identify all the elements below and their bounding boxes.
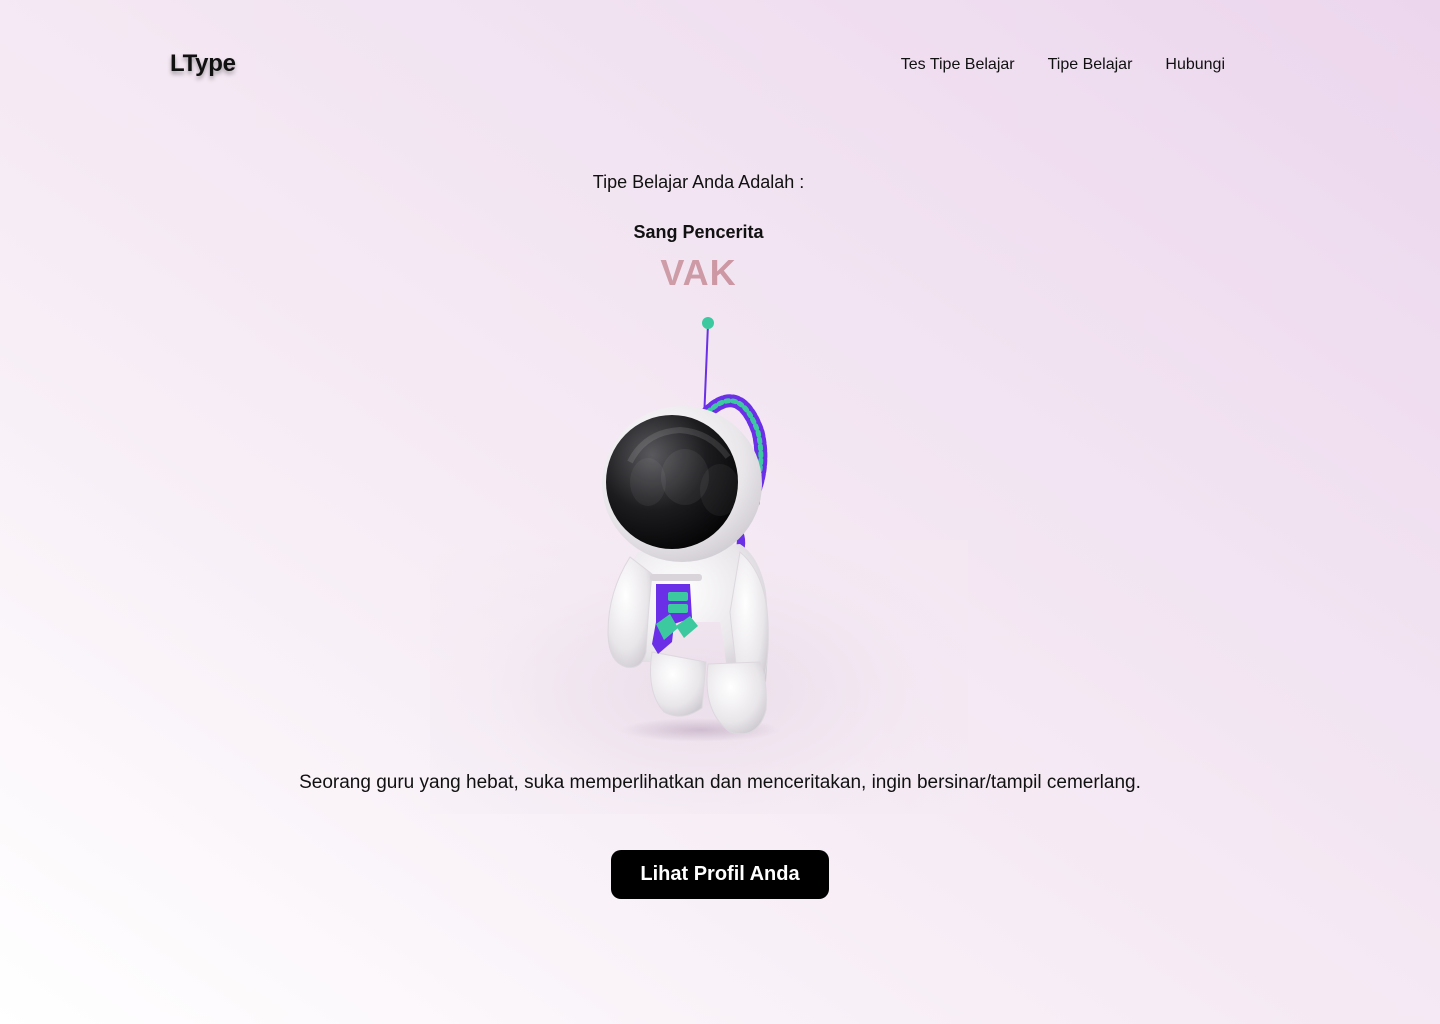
view-profile-button[interactable]: Lihat Profil Anda	[611, 850, 829, 899]
astronaut-illustration	[602, 317, 780, 742]
main-nav: Tes Tipe Belajar Tipe Belajar Hubungi	[901, 56, 1225, 74]
nav-item-tes-tipe-belajar[interactable]: Tes Tipe Belajar	[901, 56, 1015, 74]
nav-item-hubungi[interactable]: Hubungi	[1165, 56, 1225, 74]
result-type-code: VAK	[0, 252, 1397, 294]
brand-logo[interactable]: LType	[170, 50, 236, 78]
result-label: Tipe Belajar Anda Adalah :	[592, 172, 805, 192]
result-type-name: Sang Pencerita	[633, 222, 764, 242]
result-description: Seorang guru yang hebat, suka memperliha…	[299, 772, 1141, 793]
nav-item-tipe-belajar[interactable]: Tipe Belajar	[1048, 56, 1133, 74]
